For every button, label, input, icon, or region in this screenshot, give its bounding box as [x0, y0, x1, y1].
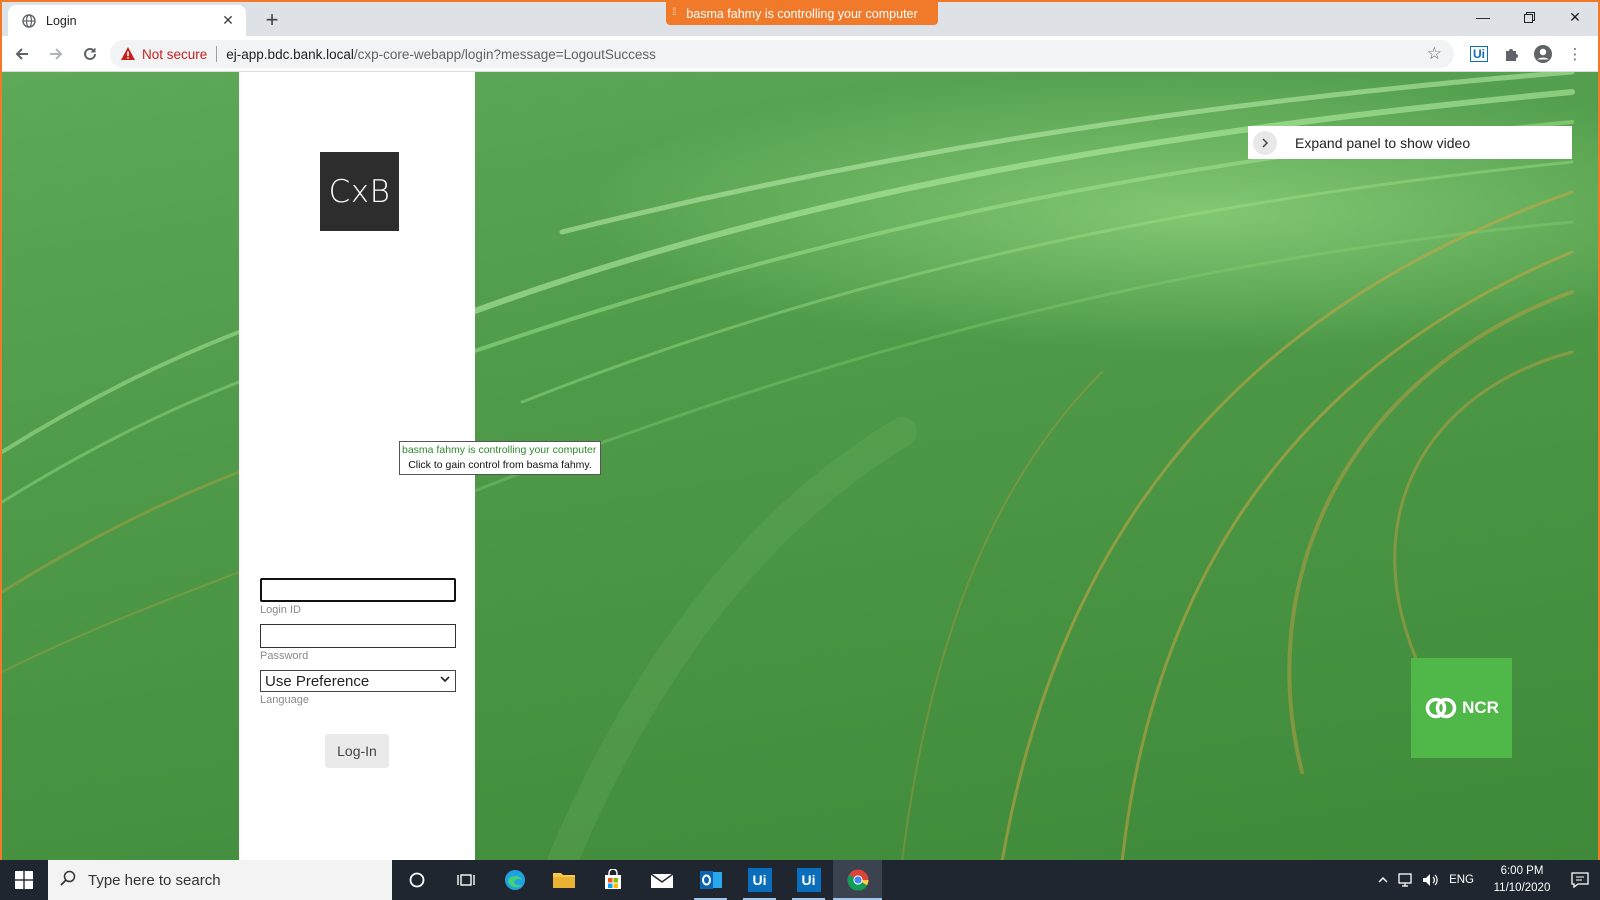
control-banner-text: basma fahmy is controlling your computer — [686, 6, 918, 21]
tab-login[interactable]: Login ✕ — [8, 5, 246, 36]
search-icon — [60, 870, 76, 890]
clock[interactable]: 6:00 PM 11/10/2020 — [1484, 863, 1560, 897]
windows-icon — [15, 871, 33, 889]
minimize-button[interactable]: — — [1460, 2, 1506, 32]
chevron-right-icon[interactable] — [1253, 130, 1277, 155]
window-controls: — ✕ — [1460, 2, 1598, 32]
close-window-button[interactable]: ✕ — [1552, 2, 1598, 32]
url-path: /cxp-core-webapp/login?message=LogoutSuc… — [353, 46, 656, 62]
taskbar-search[interactable]: Type here to search — [48, 860, 392, 900]
drag-handle-icon[interactable]: ⁞⁞ — [672, 7, 676, 18]
outlook-icon[interactable] — [686, 860, 735, 900]
task-view-icon[interactable] — [441, 860, 490, 900]
chevron-down-icon — [439, 673, 451, 688]
network-icon[interactable] — [1395, 860, 1419, 900]
notifications-icon[interactable] — [1560, 872, 1600, 888]
browser-window: Login ✕ + ⁞⁞ basma fahmy is controlling … — [0, 0, 1600, 860]
uipath-icon[interactable]: Ui — [784, 860, 833, 900]
uipath-extension-icon[interactable]: Ui — [1466, 40, 1492, 68]
login-button[interactable]: Log-In — [325, 734, 389, 768]
address-bar[interactable]: Not secure ej-app.bdc.bank.local/cxp-cor… — [110, 40, 1454, 68]
page-content: CxB Login ID Password Use Preference Lan… — [2, 72, 1598, 860]
warning-icon[interactable] — [120, 46, 136, 62]
reload-icon — [84, 47, 96, 60]
volume-icon[interactable] — [1419, 860, 1443, 900]
puzzle-icon[interactable] — [1498, 40, 1524, 68]
tooltip-line-2: Click to gain control from basma fahmy. — [408, 459, 592, 471]
chrome-icon[interactable] — [833, 860, 882, 900]
browser-toolbar: Not secure ej-app.bdc.bank.local/cxp-cor… — [2, 36, 1598, 72]
profile-icon[interactable] — [1530, 40, 1556, 68]
clock-date: 11/10/2020 — [1493, 882, 1551, 894]
search-placeholder: Type here to search — [88, 871, 221, 889]
store-icon[interactable] — [588, 860, 637, 900]
clock-time: 6:00 PM — [1500, 865, 1544, 877]
new-tab-button[interactable]: + — [260, 8, 284, 32]
arrow-left-icon — [15, 47, 28, 60]
ncr-logo: NCR — [1411, 658, 1512, 758]
language-selected-value: Use Preference — [265, 672, 370, 690]
menu-icon[interactable]: ⋮ — [1562, 40, 1588, 68]
start-button[interactable] — [0, 860, 48, 900]
arrow-right-icon — [50, 47, 63, 60]
video-panel-toggle[interactable]: Expand panel to show video — [1248, 126, 1572, 159]
ncr-logo-text: NCR — [1462, 698, 1499, 717]
login-id-label: Login ID — [260, 604, 301, 616]
reload-button[interactable] — [76, 40, 104, 68]
ncr-rings-icon — [1425, 697, 1457, 719]
restore-button[interactable] — [1506, 2, 1552, 32]
taskbar-apps: Ui Ui — [392, 860, 882, 900]
remote-control-tooltip[interactable]: basma fahmy is controlling your computer… — [399, 441, 601, 475]
taskbar: Type here to search Ui Ui ENG 6:00 PM 11… — [0, 860, 1600, 900]
tooltip-line-1: basma fahmy is controlling your computer — [402, 444, 597, 456]
cxb-logo: CxB — [320, 152, 399, 231]
tab-strip: Login ✕ + ⁞⁞ basma fahmy is controlling … — [2, 2, 1598, 36]
password-label: Password — [260, 650, 309, 662]
file-explorer-icon[interactable] — [539, 860, 588, 900]
omnibox-divider — [216, 46, 218, 62]
forward-button[interactable] — [42, 40, 70, 68]
edge-icon[interactable] — [490, 860, 539, 900]
language-select[interactable]: Use Preference — [260, 670, 456, 692]
back-button[interactable] — [8, 40, 36, 68]
url-host: ej-app.bdc.bank.local — [226, 46, 354, 62]
security-status[interactable]: Not secure — [142, 47, 207, 62]
cortana-icon[interactable] — [392, 860, 441, 900]
login-id-input[interactable] — [260, 578, 456, 602]
globe-icon — [22, 13, 36, 28]
close-tab-icon[interactable]: ✕ — [220, 12, 236, 29]
remote-control-banner[interactable]: ⁞⁞ basma fahmy is controlling your compu… — [666, 2, 938, 25]
bookmark-star-icon[interactable]: ☆ — [1427, 45, 1442, 62]
system-tray: ENG 6:00 PM 11/10/2020 — [1371, 860, 1600, 900]
video-panel-label: Expand panel to show video — [1295, 134, 1471, 151]
mail-icon[interactable] — [637, 860, 686, 900]
extensions-area: Ui ⋮ — [1466, 40, 1588, 68]
password-input[interactable] — [260, 624, 456, 648]
input-language[interactable]: ENG — [1449, 874, 1474, 886]
language-label: Language — [260, 694, 309, 706]
chevron-up-icon[interactable] — [1371, 860, 1395, 900]
tab-title: Login — [46, 13, 77, 28]
uipath-icon[interactable]: Ui — [735, 860, 784, 900]
